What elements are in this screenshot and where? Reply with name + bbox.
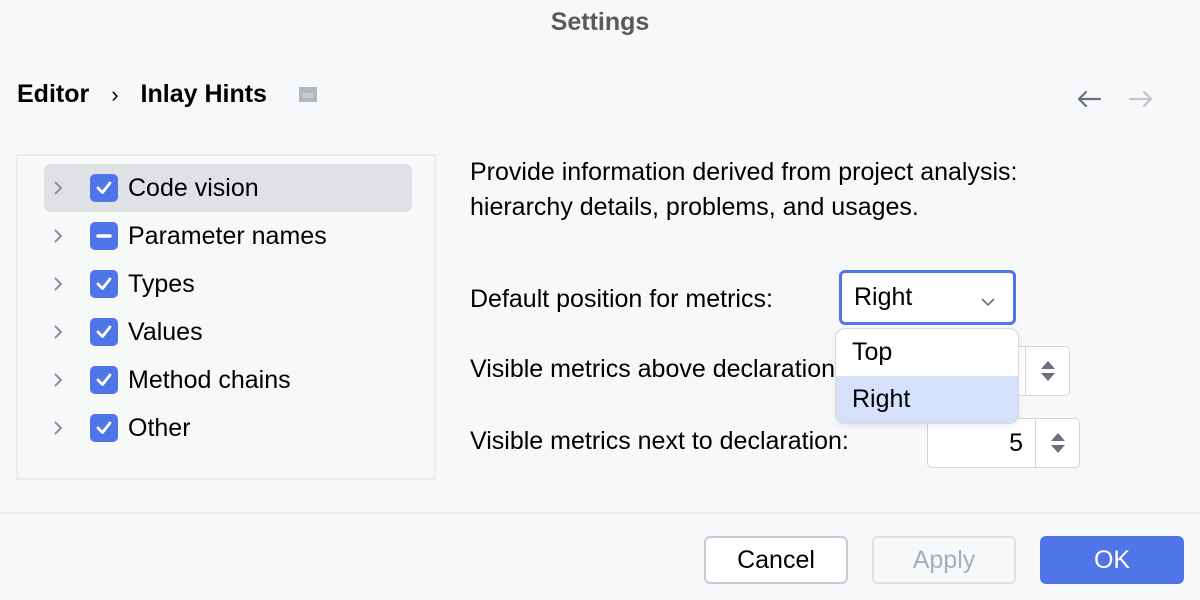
checkbox-checked[interactable] <box>90 174 118 202</box>
tree-item-values[interactable]: Values <box>44 308 412 356</box>
breadcrumb-editor[interactable]: Editor <box>17 80 89 109</box>
stepper-arrows-icon[interactable] <box>1025 347 1069 395</box>
footer-divider <box>0 512 1200 514</box>
arrow-right-icon <box>1128 90 1153 108</box>
chevron-down-icon <box>979 289 997 318</box>
inlay-hints-tree: Code vision Parameter names Types Values… <box>16 154 436 480</box>
next-to-declaration-label: Visible metrics next to declaration: <box>470 427 849 455</box>
position-label: Default position for metrics: <box>470 285 773 313</box>
position-dropdown-popup: Top Right <box>835 328 1019 424</box>
minus-icon <box>96 234 112 238</box>
chevron-right-icon[interactable] <box>52 275 72 293</box>
checkbox-indeterminate[interactable] <box>90 222 118 250</box>
apply-button[interactable]: Apply <box>872 536 1016 584</box>
check-icon <box>96 181 112 194</box>
forward-button[interactable] <box>1126 84 1156 119</box>
back-button[interactable] <box>1074 84 1104 119</box>
position-value: Right <box>854 283 913 311</box>
checkbox-checked[interactable] <box>90 414 118 442</box>
next-to-declaration-spinner[interactable]: 5 <box>927 418 1080 468</box>
position-combobox[interactable]: Right <box>839 270 1016 325</box>
section-description: Provide information derived from project… <box>470 155 1017 225</box>
navigation-arrows <box>1074 84 1156 119</box>
stepper-arrows-icon[interactable] <box>1035 419 1079 467</box>
checkbox-checked[interactable] <box>90 366 118 394</box>
window-icon[interactable] <box>298 87 317 102</box>
check-icon <box>96 277 112 290</box>
next-to-declaration-value[interactable]: 5 <box>928 419 1035 467</box>
tree-item-method-chains[interactable]: Method chains <box>44 356 412 404</box>
dropdown-option-right[interactable]: Right <box>836 376 1018 423</box>
breadcrumb-inlay-hints: Inlay Hints <box>140 80 267 108</box>
tree-item-label: Code vision <box>128 173 259 202</box>
description-line-1: Provide information derived from project… <box>470 158 1018 186</box>
chevron-right-icon[interactable] <box>52 227 72 245</box>
checkbox-checked[interactable] <box>90 270 118 298</box>
check-icon <box>96 325 112 338</box>
tree-item-label: Values <box>128 317 203 346</box>
above-declaration-label: Visible metrics above declaration: <box>470 355 842 383</box>
breadcrumb: Editor › Inlay Hints <box>17 80 317 109</box>
tree-item-types[interactable]: Types <box>44 260 412 308</box>
chevron-right-icon[interactable] <box>52 323 72 341</box>
chevron-right-icon[interactable] <box>52 419 72 437</box>
cancel-button[interactable]: Cancel <box>704 536 848 584</box>
description-line-2: hierarchy details, problems, and usages. <box>470 193 919 221</box>
check-icon <box>96 421 112 434</box>
tree-item-label: Method chains <box>128 365 291 394</box>
tree-item-other[interactable]: Other <box>44 404 412 452</box>
tree-item-parameter-names[interactable]: Parameter names <box>44 212 412 260</box>
chevron-right-icon[interactable] <box>52 179 72 197</box>
tree-item-label: Other <box>128 413 191 442</box>
checkbox-checked[interactable] <box>90 318 118 346</box>
tree-item-code-vision[interactable]: Code vision <box>44 164 412 212</box>
dialog-title: Settings <box>550 8 650 36</box>
check-icon <box>96 373 112 386</box>
arrow-left-icon <box>1077 90 1102 108</box>
tree-item-label: Types <box>128 269 195 298</box>
ok-button[interactable]: OK <box>1040 536 1184 584</box>
chevron-right-icon[interactable] <box>52 371 72 389</box>
tree-item-label: Parameter names <box>128 221 327 250</box>
breadcrumb-separator: › <box>111 81 119 107</box>
dropdown-option-top[interactable]: Top <box>836 329 1018 376</box>
